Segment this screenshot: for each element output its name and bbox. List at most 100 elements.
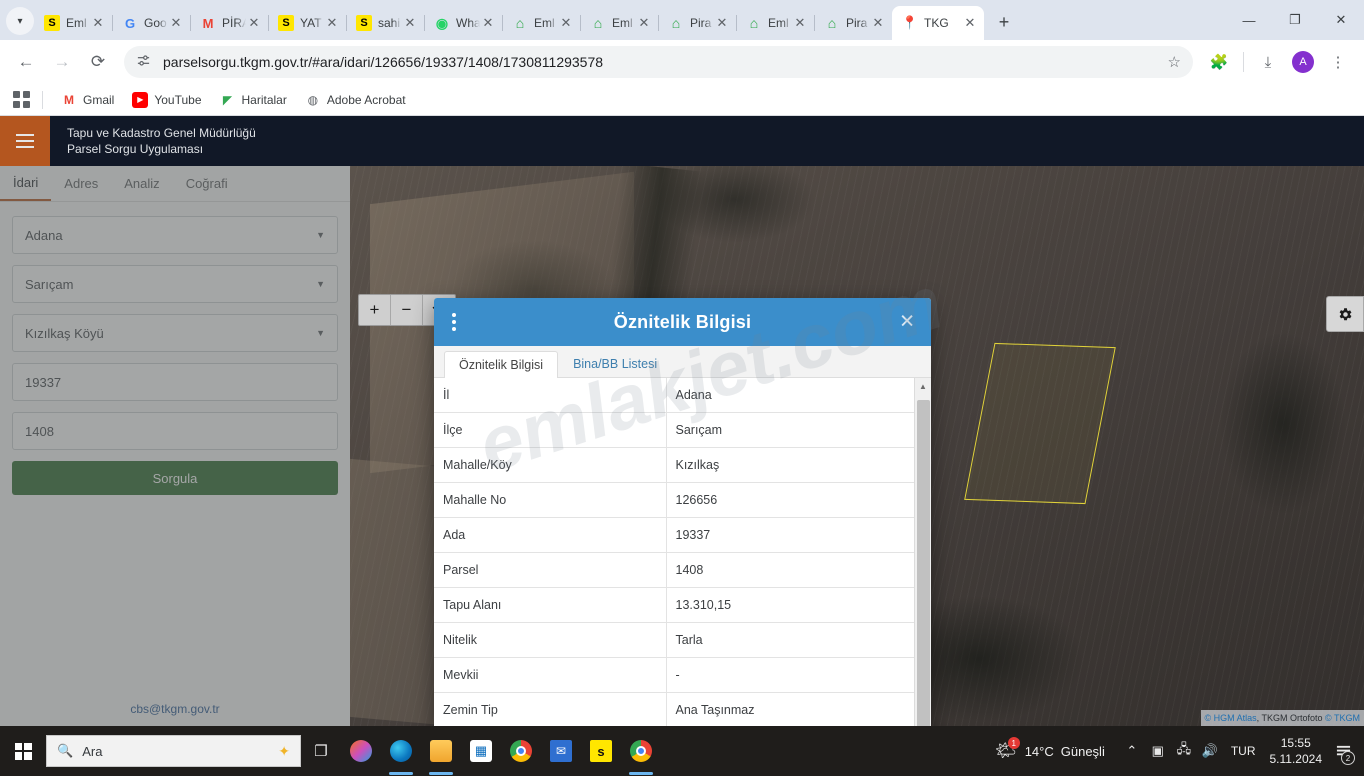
chevron-down-icon: ▾ xyxy=(17,15,23,27)
copilot-sparkle-icon[interactable]: ✦ xyxy=(278,743,290,760)
extensions-icon[interactable]: 🧩 xyxy=(1203,46,1235,78)
bookmark-label: Gmail xyxy=(83,92,115,107)
browser-tab[interactable]: ◉ Wha ✕ xyxy=(424,6,503,40)
query-submit-button[interactable]: Sorgula xyxy=(12,461,338,495)
taskbar-microsoft-edge-icon[interactable] xyxy=(381,726,421,776)
scrollbar-thumb[interactable] xyxy=(917,400,930,726)
new-tab-button[interactable]: + xyxy=(990,8,1018,36)
browser-tab[interactable]: ⌂ Eml ✕ xyxy=(580,6,659,40)
bookmark-item[interactable]: M Gmail xyxy=(53,88,122,112)
browser-tab[interactable]: Ssahi ✕ xyxy=(346,6,425,40)
downloads-icon[interactable]: ⤓ xyxy=(1252,46,1284,78)
tab-title: YAT xyxy=(300,16,322,30)
tray-camera-icon[interactable]: ▣ xyxy=(1145,726,1171,776)
browser-tab[interactable]: ⌂ Eml ✕ xyxy=(502,6,581,40)
tab-close-button[interactable]: ✕ xyxy=(90,15,106,31)
modal-close-button[interactable]: ✕ xyxy=(899,313,915,332)
tab-close-button[interactable]: ✕ xyxy=(558,15,574,31)
taskbar-copilot-icon[interactable] xyxy=(341,726,381,776)
start-button[interactable] xyxy=(0,726,46,776)
panel-tab-adres[interactable]: Adres xyxy=(51,166,111,201)
notification-center-button[interactable]: 2 xyxy=(1328,726,1358,776)
browser-tab[interactable]: ⌂ Pira ✕ xyxy=(814,6,893,40)
browser-tab[interactable]: S Eml ✕ xyxy=(34,6,113,40)
weather-widget[interactable]: 🌤 1 14°C Güneşli xyxy=(995,737,1105,761)
tab-close-button[interactable]: ✕ xyxy=(480,15,496,31)
tab-close-button[interactable]: ✕ xyxy=(636,15,652,31)
reload-button[interactable]: ⟳ xyxy=(82,46,114,78)
tray-network-icon[interactable]: 🖧 xyxy=(1171,726,1197,776)
ilce-select[interactable]: Sarıçam ▼ xyxy=(12,265,338,303)
tab-close-button[interactable]: ✕ xyxy=(792,15,808,31)
ada-input[interactable]: 19337 xyxy=(12,363,338,401)
browser-tab[interactable]: ⌂ Pira ✕ xyxy=(658,6,737,40)
browser-tab[interactable]: S YAT ✕ xyxy=(268,6,347,40)
mahalle-select[interactable]: Kızılkaş Köyü ▼ xyxy=(12,314,338,352)
bookmark-item[interactable]: ▶ YouTube xyxy=(124,88,209,112)
attribution-tkgm[interactable]: © TKGM xyxy=(1325,713,1360,723)
taskbar-microsoft-store-icon[interactable]: ▦ xyxy=(461,726,501,776)
address-bar[interactable]: parselsorgu.tkgm.gov.tr/#ara/idari/12665… xyxy=(124,46,1193,78)
attribution-hgm[interactable]: © HGM Atlas xyxy=(1205,713,1257,723)
browser-tab[interactable]: 📍 TKG ✕ xyxy=(892,6,984,40)
panel-tab-i̇dari[interactable]: İdari xyxy=(0,166,52,201)
taskbar-sahibinden-icon[interactable]: s xyxy=(581,726,621,776)
scroll-up-arrow[interactable]: ▲ xyxy=(915,378,931,394)
zoom-out-button[interactable]: − xyxy=(391,295,423,325)
parsel-input[interactable]: 1408 xyxy=(12,412,338,450)
language-indicator[interactable]: TUR xyxy=(1223,744,1264,758)
tab-close-button[interactable]: ✕ xyxy=(870,15,886,31)
tab-close-button[interactable]: ✕ xyxy=(402,15,418,31)
bookmark-star-icon[interactable]: ☆ xyxy=(1168,53,1181,71)
copilot-icon xyxy=(350,740,372,762)
contact-email-link[interactable]: cbs@tkgm.gov.tr xyxy=(130,702,219,716)
parcel-outline[interactable] xyxy=(963,343,1116,505)
taskbar-task-view-icon[interactable]: ❐ xyxy=(301,726,341,776)
panel-tab-analiz[interactable]: Analiz xyxy=(111,166,172,201)
taskbar-search-box[interactable]: 🔍 Ara ✦ xyxy=(46,735,301,767)
taskbar-file-explorer-icon[interactable] xyxy=(421,726,461,776)
map-settings-button[interactable] xyxy=(1326,296,1364,332)
forward-button[interactable]: → xyxy=(46,46,78,78)
tab-close-button[interactable]: ✕ xyxy=(168,15,184,31)
tab-close-button[interactable]: ✕ xyxy=(246,15,262,31)
minimize-button[interactable]: — xyxy=(1226,0,1272,40)
back-button[interactable]: ← xyxy=(10,46,42,78)
toolbar-actions: 🧩 ⤓ A ⋮ xyxy=(1201,46,1356,78)
browser-tab[interactable]: G Goo ✕ xyxy=(112,6,191,40)
attribute-key: Parsel xyxy=(434,552,667,588)
tab-title: TKG xyxy=(924,16,949,30)
taskbar-google-chrome-icon[interactable] xyxy=(501,726,541,776)
tab-search-button[interactable]: ▾ xyxy=(6,7,34,35)
zoom-in-button[interactable]: + xyxy=(359,295,391,325)
taskbar-google-chrome-active-icon[interactable] xyxy=(621,726,661,776)
tray-expand-chevron-icon[interactable]: ⌃ xyxy=(1119,726,1145,776)
browser-tab[interactable]: M PİRA✕ xyxy=(190,6,269,40)
page-settings-icon[interactable] xyxy=(136,53,151,71)
modal-tab[interactable]: Öznitelik Bilgisi xyxy=(444,351,559,378)
notification-count: 2 xyxy=(1341,751,1355,765)
clock[interactable]: 15:55 5.11.2024 xyxy=(1264,735,1329,767)
apps-grid-icon[interactable] xyxy=(10,89,32,111)
modal-scrollbar[interactable]: ▲ ▼ xyxy=(914,378,931,726)
bookmark-item[interactable]: ◤ Haritalar xyxy=(212,88,295,112)
modal-tab[interactable]: Bina/BB Listesi xyxy=(558,350,672,377)
panel-tab-coğrafi[interactable]: Coğrafi xyxy=(173,166,241,201)
kebab-menu-icon[interactable] xyxy=(452,313,456,331)
maximize-button[interactable]: ❐ xyxy=(1272,0,1318,40)
profile-avatar[interactable]: A xyxy=(1292,51,1314,73)
chrome-menu-icon[interactable]: ⋮ xyxy=(1322,46,1354,78)
tab-close-button[interactable]: ✕ xyxy=(714,15,730,31)
field-value: 19337 xyxy=(25,374,62,390)
browser-tab[interactable]: ⌂ Eml ✕ xyxy=(736,6,815,40)
menu-toggle-button[interactable] xyxy=(0,116,50,166)
tab-close-button[interactable]: ✕ xyxy=(324,15,340,31)
taskbar-mail-icon[interactable]: ✉ xyxy=(541,726,581,776)
tab-close-button[interactable]: ✕ xyxy=(962,15,978,31)
close-window-button[interactable]: ✕ xyxy=(1318,0,1364,40)
tray-volume-icon[interactable]: 🔊 xyxy=(1197,726,1223,776)
il-select[interactable]: Adana ▼ xyxy=(12,216,338,254)
bookmark-item[interactable]: ◍ Adobe Acrobat xyxy=(297,88,414,112)
bookmark-label: Haritalar xyxy=(241,92,287,107)
google-chrome-active-icon xyxy=(630,740,652,762)
